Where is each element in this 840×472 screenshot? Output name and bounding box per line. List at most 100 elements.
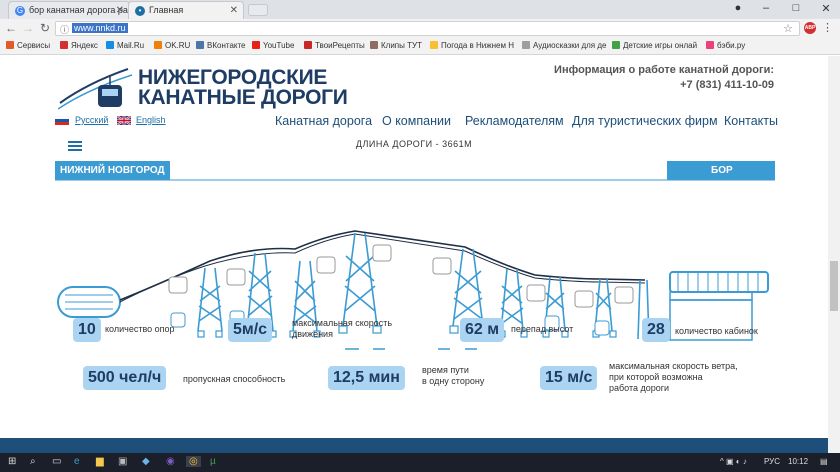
clock[interactable]: 10:12 [788,457,808,466]
stat-label: работа дороги [609,383,670,393]
viber-icon[interactable]: ◉ [166,456,175,467]
bookmark-item[interactable]: YouTube [252,41,294,50]
info-icon[interactable]: ⓘ [60,23,69,36]
windows-taskbar: ⊞ ⌕ ▭ e ▆ ▣ ◆ ◉ ◎ µ ^ ▣ ◐ ♪ РУС 10:12 ▤ [0,453,840,472]
lang-english-link[interactable]: English [136,115,166,125]
store-icon[interactable]: ▣ [118,456,127,467]
page-scrollbar[interactable] [828,56,840,453]
uk-flag-icon[interactable] [117,116,131,125]
bookmark-item[interactable]: ТвоиРецепты [304,41,365,50]
bookmark-item[interactable]: Сервисы [6,41,50,50]
bookmark-item[interactable]: Погода в Нижнем Н [430,41,514,50]
weather-icon [430,41,438,49]
stat-label: количество кабинок [675,326,758,336]
bookmark-item[interactable]: Детские игры онлай [612,41,697,50]
back-arrow-icon[interactable]: ← [3,21,19,35]
bookmark-item[interactable]: Аудиосказки для де [522,41,606,50]
stat-value: 10 [73,318,101,342]
close-icon[interactable]: ✕ [230,5,238,16]
phone-number[interactable]: +7 (831) 411-10-09 [680,79,774,91]
baby-icon [706,41,714,49]
station-nizhny-novgorod: НИЖНИЙ НОВГОРОД [55,161,170,180]
menu-dots-icon[interactable]: ⋮ [822,21,833,34]
station-bor: БОР [706,161,738,180]
google-icon: G [15,6,25,16]
stat-label: при которой возможна [609,372,703,382]
browser-tab-strip: G бор канатная дорога ра ✕ • Главная ✕ ●… [0,0,840,19]
yandex-icon [60,41,68,49]
lang-russian-link[interactable]: Русский [75,115,108,125]
mailru-icon [106,41,114,49]
new-tab-button[interactable] [248,4,268,16]
chrome-icon[interactable]: ◎ [186,456,201,467]
minimize-button[interactable]: – [756,2,776,14]
tab-home[interactable]: • Главная ✕ [128,1,244,19]
stat-value: 12,5 мин [328,366,405,390]
ok-icon [154,41,162,49]
menu-cable-car[interactable]: Канатная дорога [275,114,372,128]
cable-car-logo-icon[interactable] [58,63,133,111]
menu-contacts[interactable]: Контакты [724,114,778,128]
address-bar[interactable]: ⓘ www.nnkd.ru ☆ [55,21,800,36]
stat-label: максимальная скорость ветра, [609,361,738,371]
games-icon [612,41,620,49]
bookmark-item[interactable]: Клипы ТУТ [370,41,422,50]
task-view-icon[interactable]: ▭ [52,456,61,467]
notifications-icon[interactable]: ▤ [820,457,828,466]
russia-flag-icon[interactable] [55,116,69,125]
route-length-title: ДЛИНА ДОРОГИ - 3661М [355,139,473,149]
app-icon[interactable]: ◆ [142,456,150,467]
adblock-icon[interactable]: ABP [804,22,816,34]
browser-toolbar: ← → ↻ ⓘ www.nnkd.ru ☆ ABP ⋮ [0,19,840,38]
close-window-button[interactable]: ✕ [816,2,836,15]
tab-search[interactable]: G бор канатная дорога ра ✕ [8,1,130,19]
info-title: Информация о работе канатной дороги: [554,64,774,76]
tab-title: бор канатная дорога ра [29,5,128,15]
bookmark-item[interactable]: ВКонтакте [196,41,246,50]
windows-start-icon[interactable]: ⊞ [8,456,16,467]
menu-about[interactable]: О компании [382,114,451,128]
stat-label: в одну сторону [422,376,485,386]
clips-icon [370,41,378,49]
bookmark-item[interactable]: бэби.ру [706,41,745,50]
stat-value: 500 чел/ч [83,366,167,390]
close-icon[interactable]: ✕ [116,5,124,16]
audio-icon [522,41,530,49]
reload-icon[interactable]: ↻ [37,21,53,35]
explorer-icon[interactable]: ▆ [96,456,104,467]
stat-label: количество опор [105,324,175,334]
utorrent-icon[interactable]: µ [210,456,216,467]
stat-label: максимальная скорость [292,318,393,328]
tab-title: Главная [149,5,184,15]
stat-label: пропускная способность [183,374,286,384]
bookmark-item[interactable]: OK.RU [154,41,190,50]
tray-icons[interactable]: ^ ▣ ◐ ♪ [720,457,747,466]
stat-value: 15 м/с [540,366,598,390]
url-text: www.nnkd.ru [72,23,128,33]
footer-band [0,438,828,453]
edge-icon[interactable]: e [74,456,80,467]
star-icon[interactable]: ☆ [783,22,793,35]
stat-value: 5м/с [228,318,273,342]
menu-advertisers[interactable]: Рекламодателям [465,114,564,128]
stat-value: 28 [642,318,670,342]
menu-travel-agencies[interactable]: Для туристических фирм [572,114,718,128]
stat-label: время пути [422,365,469,375]
profile-icon[interactable]: ● [728,2,748,14]
stat-label: перепад высот [511,324,574,334]
scrollbar-thumb[interactable] [830,261,838,311]
search-icon[interactable]: ⌕ [30,456,36,467]
bookmark-item[interactable]: Яндекс [60,41,98,50]
recipes-icon [304,41,312,49]
vk-icon [196,41,204,49]
stat-label: движения [292,329,333,339]
web-page: НИЖЕГОРОДСКИЕ КАНАТНЫЕ ДОРОГИ Информация… [0,56,828,453]
forward-arrow-icon[interactable]: → [20,21,36,35]
bookmark-item[interactable]: Mail.Ru [106,41,144,50]
bookmarks-bar: Сервисы Яндекс Mail.Ru OK.RU ВКонтакте Y… [0,38,840,55]
youtube-icon [252,41,260,49]
maximize-button[interactable]: □ [786,2,806,14]
brand-line-2: КАНАТНЫЕ ДОРОГИ [138,86,348,109]
input-language[interactable]: РУС [764,457,780,466]
apps-grid-icon [6,41,14,49]
